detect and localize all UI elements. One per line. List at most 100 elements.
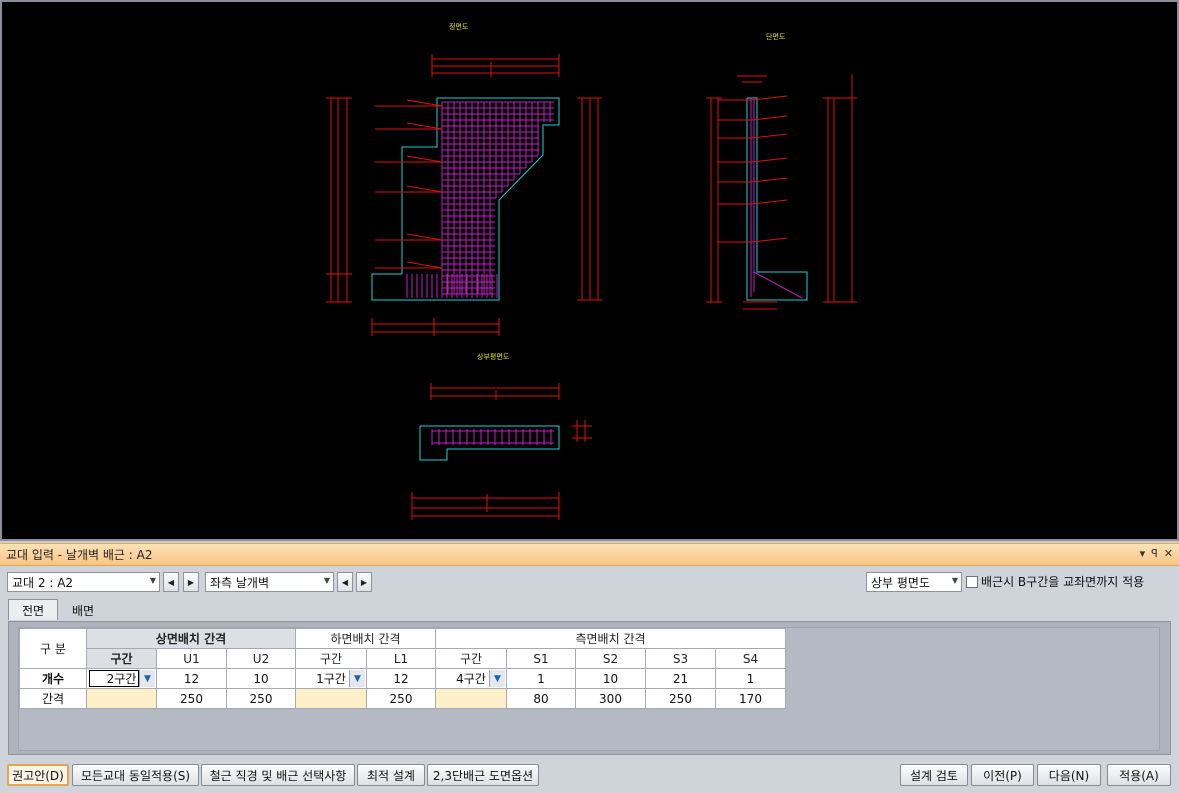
dropdown-arrow-icon[interactable]: ▼	[489, 670, 505, 687]
spacing-table: 구 분 상면배치 간격 하면배치 간격 측면배치 간격 구간 U1 U2 구간 …	[19, 628, 786, 709]
table-cell[interactable]: 10	[575, 668, 646, 689]
plan-view-drawing	[411, 383, 592, 520]
prev-button[interactable]: 이전(P)	[971, 764, 1034, 786]
wingwall-select[interactable]: 좌측 날개벽 ▼	[205, 572, 334, 592]
panel-menu-icon[interactable]: ▾	[1140, 547, 1146, 560]
col-header: U2	[226, 648, 296, 669]
table-cell[interactable]: 300	[575, 688, 646, 709]
next-button[interactable]: 다음(N)	[1037, 764, 1101, 786]
table-cell[interactable]: 170	[715, 688, 786, 709]
rebar-options-button[interactable]: 철근 직경 및 배근 선택사항	[201, 764, 355, 786]
tab-back-label: 배면	[71, 603, 95, 618]
optimal-design-button[interactable]: 최적 설계	[357, 764, 425, 786]
view-select-value: 상부 평면도	[871, 575, 931, 590]
top-spacing-header: 상면배치 간격	[86, 628, 296, 649]
table-row: 개수 2구간 ▼ 12 10 1구간 ▼ 12 4구간 ▼ 1 10 21 1	[19, 668, 786, 689]
abutment-next-button[interactable]: ▶	[183, 572, 199, 592]
row-header-count: 개수	[19, 668, 87, 689]
wingwall-rebar-panel: 교대 입력 - 날개벽 배근 : A2 ▾ ꟼ ✕ 교대 2 : A2 ▼ ◀ …	[0, 543, 1179, 793]
table-cell[interactable]: 10	[226, 668, 296, 689]
apply-b-section-label: 배근시 B구간을 교좌면까지 적용	[981, 575, 1145, 589]
view-select[interactable]: 상부 평면도 ▼	[866, 572, 962, 592]
table-cell[interactable]	[295, 688, 367, 709]
front-view-drawing	[326, 54, 602, 336]
col-header: U1	[156, 648, 227, 669]
table-cell[interactable]	[435, 688, 507, 709]
apply-all-abutments-button[interactable]: 모든교대 동일적용(S)	[72, 764, 199, 786]
bottom-spacing-header: 하면배치 간격	[295, 628, 436, 649]
table-cell[interactable]: 250	[226, 688, 296, 709]
cell-value: 1구간	[316, 672, 346, 686]
section-leaders	[718, 95, 788, 243]
row-header-spacing: 간격	[19, 688, 87, 709]
triangle-left-icon: ◀	[167, 577, 175, 587]
table-cell[interactable]: 1	[506, 668, 576, 689]
col-header: L1	[366, 648, 436, 669]
col-header: S4	[715, 648, 786, 669]
table-cell[interactable]: 80	[506, 688, 576, 709]
table-cell[interactable]: 250	[156, 688, 227, 709]
col-header: 구간	[295, 648, 367, 669]
front-view-title: 정면도	[449, 23, 469, 31]
section-outline	[746, 97, 808, 301]
front-rebar-mesh	[406, 101, 554, 298]
cad-canvas	[326, 54, 857, 520]
table-cell[interactable]: 250	[645, 688, 716, 709]
wingwall-prev-button[interactable]: ◀	[337, 572, 353, 592]
checkbox-box[interactable]	[966, 575, 978, 588]
drawing-options-button[interactable]: 2,3단배근 도면옵션	[427, 764, 539, 786]
corner-header: 구 분	[19, 628, 87, 669]
section-view-title: 단면도	[766, 33, 786, 41]
tab-front-label: 전면	[21, 603, 45, 618]
cell-value: 4구간	[456, 672, 486, 686]
col-header: S3	[645, 648, 716, 669]
col-header: S2	[575, 648, 646, 669]
table-row: 간격 250 250 250 80 300 250 170	[19, 688, 786, 709]
bottom-section-count-cell[interactable]: 1구간 ▼	[295, 668, 367, 689]
side-section-count-cell[interactable]: 4구간 ▼	[435, 668, 507, 689]
abutment-prev-button[interactable]: ◀	[163, 572, 179, 592]
recommend-button[interactable]: 권고안(D)	[7, 764, 69, 786]
chevron-down-icon: ▼	[951, 576, 958, 585]
front-leaders	[375, 99, 443, 269]
leader-line	[406, 185, 443, 193]
tab-back[interactable]: 배면	[60, 599, 106, 620]
apply-b-section-checkbox[interactable]: 배근시 B구간을 교좌면까지 적용	[966, 573, 1144, 590]
leader-line	[406, 233, 443, 241]
table-cell[interactable]	[86, 688, 157, 709]
dropdown-arrow-icon[interactable]: ▼	[349, 670, 365, 687]
leader-line	[406, 261, 443, 269]
panel-title: 교대 입력 - 날개벽 배근 : A2	[6, 548, 153, 562]
tab-front[interactable]: 전면	[8, 599, 58, 620]
table-cell[interactable]: 21	[645, 668, 716, 689]
triangle-right-icon: ▶	[360, 577, 368, 587]
wingwall-select-value: 좌측 날개벽	[210, 575, 270, 590]
design-check-button[interactable]: 설계 검토	[900, 764, 968, 786]
chevron-down-icon: ▼	[149, 576, 156, 585]
abutment-select[interactable]: 교대 2 : A2 ▼	[7, 572, 160, 592]
plan-view-title: 상부평면도	[477, 353, 510, 361]
table-cell[interactable]: 12	[366, 668, 436, 689]
section-view-drawing	[706, 74, 857, 310]
wingwall-next-button[interactable]: ▶	[356, 572, 372, 592]
table-cell[interactable]: 1	[715, 668, 786, 689]
side-spacing-header: 측면배치 간격	[435, 628, 786, 649]
chevron-down-icon: ▼	[323, 576, 330, 585]
cell-focus-box	[89, 670, 139, 687]
col-header: 구간	[435, 648, 507, 669]
table-cell[interactable]: 12	[156, 668, 227, 689]
close-icon[interactable]: ✕	[1164, 547, 1173, 560]
plan-rebar-mesh	[431, 429, 554, 445]
cad-drawing-view[interactable]: 정면도 단면도 상부평면도	[0, 0, 1179, 541]
triangle-left-icon: ◀	[341, 577, 349, 587]
tab-body: 구 분 상면배치 간격 하면배치 간격 측면배치 간격 구간 U1 U2 구간 …	[8, 621, 1171, 755]
pin-icon[interactable]: ꟼ	[1151, 547, 1158, 560]
triangle-right-icon: ▶	[187, 577, 195, 587]
dropdown-arrow-icon[interactable]: ▼	[139, 670, 155, 687]
col-header: 구간	[86, 648, 157, 669]
top-section-count-cell[interactable]: 2구간 ▼	[86, 668, 157, 689]
table-cell[interactable]: 250	[366, 688, 436, 709]
rebar-spacing-grid: 구 분 상면배치 간격 하면배치 간격 측면배치 간격 구간 U1 U2 구간 …	[18, 627, 1160, 751]
abutment-select-value: 교대 2 : A2	[12, 575, 74, 590]
apply-button[interactable]: 적용(A)	[1107, 764, 1171, 786]
